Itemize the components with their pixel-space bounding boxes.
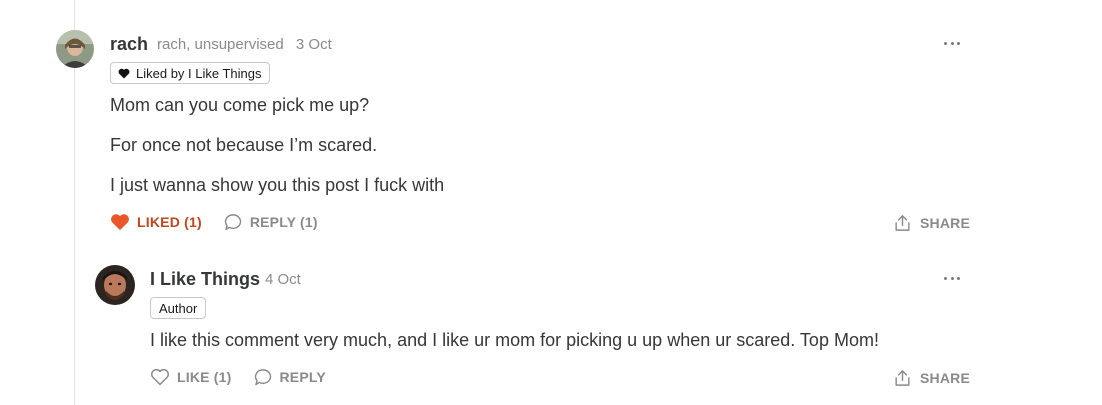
badge-label: Author <box>159 300 198 316</box>
heart-icon <box>118 68 130 78</box>
comment-author[interactable]: rach <box>110 34 148 55</box>
share-label: SHARE <box>920 370 971 386</box>
share-button[interactable]: SHARE <box>893 213 970 233</box>
badge-label: Liked by I Like Things <box>136 65 262 81</box>
more-options-icon[interactable] <box>944 40 960 46</box>
share-icon <box>895 215 910 231</box>
comment-paragraph: For once not because I’m scared. <box>110 135 378 155</box>
more-options-icon[interactable] <box>944 275 960 281</box>
comment-meta: rach, unsupervised 3 Oct <box>157 36 340 53</box>
speech-bubble-icon <box>224 214 242 231</box>
author-badge: Author <box>150 297 207 319</box>
comment-paragraph: Mom can you come pick me up? <box>110 95 370 115</box>
avatar[interactable] <box>56 30 94 68</box>
avatar[interactable] <box>95 265 135 305</box>
heart-icon <box>151 368 169 386</box>
like-label: LIKED (1) <box>137 214 202 230</box>
speech-bubble-icon <box>254 369 271 386</box>
reply-label: REPLY (1) <box>249 214 318 230</box>
reply-button[interactable]: REPLY (1) <box>224 213 318 231</box>
reply-label: REPLY <box>279 369 326 385</box>
reply-button[interactable]: REPLY <box>254 368 326 386</box>
share-icon <box>895 370 910 386</box>
comment-actions: LIKE (1) REPLY <box>150 368 348 386</box>
like-button[interactable]: LIKE (1) <box>150 368 232 386</box>
like-label: LIKE (1) <box>177 369 232 385</box>
share-button[interactable]: SHARE <box>893 368 970 388</box>
heart-icon <box>111 214 129 231</box>
comment-paragraph: I like this comment very much, and I lik… <box>150 330 879 350</box>
comment-actions: LIKED (1) REPLY (1) <box>110 213 340 231</box>
comment-paragraph: I just wanna show you this post I fuck w… <box>110 175 445 195</box>
comment-meta: 4 Oct <box>265 271 309 288</box>
share-label: SHARE <box>920 215 971 231</box>
like-button[interactable]: LIKED (1) <box>110 213 202 231</box>
comment-date[interactable]: 3 Oct <box>296 36 332 53</box>
author-handle[interactable]: rach, unsupervised <box>157 36 284 53</box>
comment-author[interactable]: I Like Things <box>150 269 260 290</box>
comment-date[interactable]: 4 Oct <box>265 271 301 288</box>
liked-by-author-badge: Liked by I Like Things <box>110 62 270 84</box>
